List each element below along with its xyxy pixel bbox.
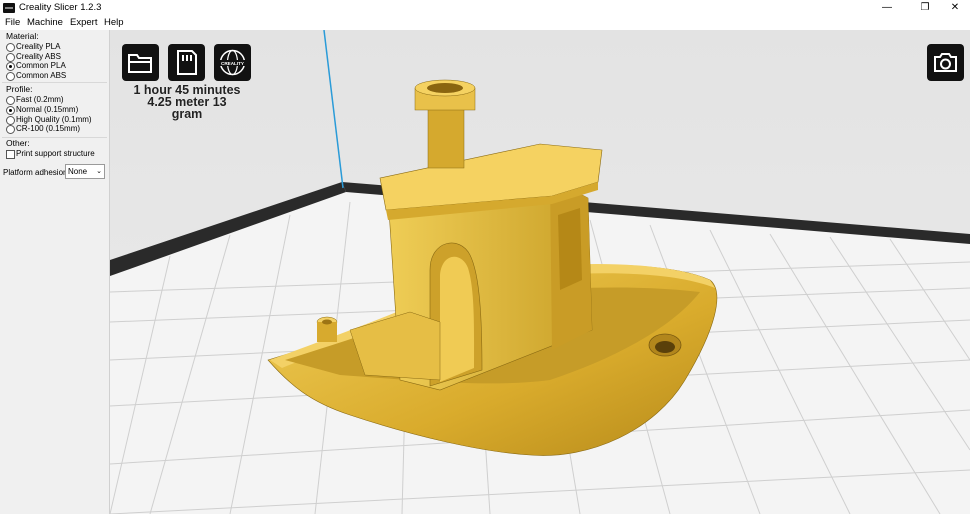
material-label-common-pla: Common PLA — [16, 61, 66, 70]
menu-expert[interactable]: Expert — [70, 17, 97, 28]
material-label-creality-abs: Creality ABS — [16, 52, 61, 61]
other-title: Other: — [6, 138, 30, 148]
snapshot-button[interactable] — [927, 44, 964, 81]
3d-viewport[interactable]: CREALITY 1 hour 45 minutes 4.25 meter 13… — [110, 30, 970, 514]
creality-logo-text: CREALITY — [221, 61, 244, 66]
print-estimate: 1 hour 45 minutes 4.25 meter 13 gram — [132, 84, 242, 121]
title-bar: Creality Slicer 1.2.3 — ❐ ✕ — [0, 0, 970, 16]
other-group: Other: Print support structure — [2, 138, 107, 162]
profile-label-fast: Fast (0.2mm) — [16, 95, 64, 104]
adhesion-label: Platform adhesion — [3, 168, 68, 177]
material-group: Material: Creality PLA Creality ABS Comm… — [2, 30, 107, 83]
open-folder-icon — [128, 54, 152, 73]
adhesion-select[interactable]: None ⌄ — [65, 164, 105, 179]
support-checkbox[interactable] — [6, 150, 15, 159]
profile-title: Profile: — [6, 84, 33, 94]
material-radio-common-pla[interactable] — [6, 62, 15, 71]
profile-radio-high-quality[interactable] — [6, 116, 15, 125]
minimize-button[interactable]: — — [872, 0, 902, 16]
close-button[interactable]: ✕ — [940, 0, 970, 16]
profile-radio-fast[interactable] — [6, 96, 15, 105]
profile-radio-cr-100[interactable] — [6, 125, 15, 134]
menu-machine[interactable]: Machine — [27, 17, 63, 28]
z-axis-line — [323, 30, 344, 189]
material-radio-common-abs[interactable] — [6, 72, 15, 81]
material-title: Material: — [6, 31, 39, 41]
menu-bar: File Machine Expert Help — [0, 16, 970, 30]
load-model-button[interactable] — [122, 44, 159, 81]
restore-button[interactable]: ❐ — [910, 0, 940, 16]
support-label: Print support structure — [16, 149, 95, 158]
adhesion-value: None — [68, 167, 88, 176]
chevron-down-icon: ⌄ — [96, 168, 102, 175]
save-to-sd-button[interactable] — [168, 44, 205, 81]
profile-group: Profile: Fast (0.2mm) Normal (0.15mm) Hi… — [2, 83, 107, 138]
app-icon — [3, 3, 15, 13]
creality-web-button[interactable]: CREALITY — [214, 44, 251, 81]
camera-icon — [934, 53, 957, 72]
chimney — [427, 107, 465, 169]
profile-radio-normal[interactable] — [6, 106, 15, 115]
profile-label-normal: Normal (0.15mm) — [16, 105, 79, 114]
material-label-common-abs: Common ABS — [16, 71, 67, 80]
material-label-creality-pla: Creality PLA — [16, 42, 61, 51]
sd-card-icon — [177, 50, 197, 75]
menu-file[interactable]: File — [5, 17, 20, 28]
profile-label-high-quality: High Quality (0.1mm) — [16, 115, 92, 124]
profile-label-cr-100: CR-100 (0.15mm) — [16, 124, 81, 133]
settings-panel: Material: Creality PLA Creality ABS Comm… — [0, 30, 110, 514]
creality-web-icon: CREALITY — [219, 49, 246, 76]
material-radio-creality-pla[interactable] — [6, 43, 15, 52]
window-title: Creality Slicer 1.2.3 — [19, 2, 102, 13]
menu-help[interactable]: Help — [104, 17, 124, 28]
material-radio-creality-abs[interactable] — [6, 53, 15, 62]
print-material-text: 4.25 meter 13 gram — [147, 95, 227, 121]
